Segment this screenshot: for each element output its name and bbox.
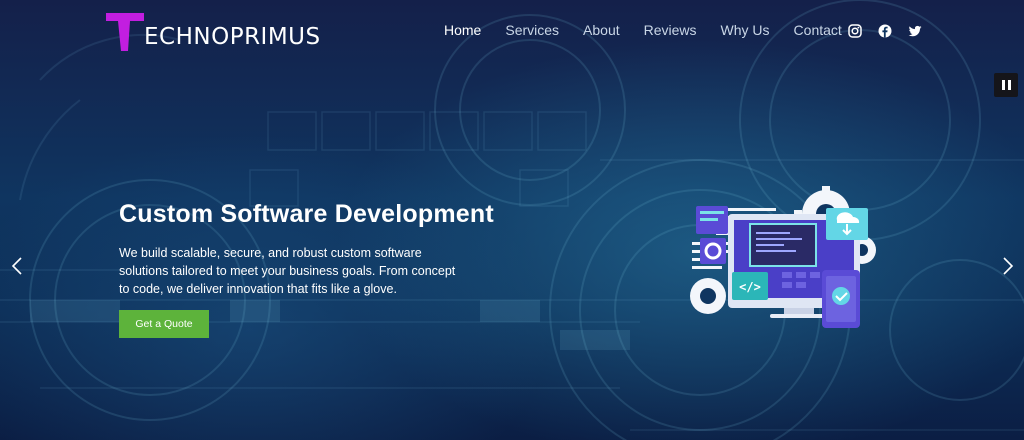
- hero-title: Custom Software Development: [119, 200, 494, 228]
- chevron-left-icon[interactable]: [10, 256, 24, 276]
- main-nav: Home Services About Reviews Why Us Conta…: [444, 22, 842, 38]
- brand-name: ECHNOPRIMUS: [144, 24, 321, 50]
- pause-icon-bar: [1001, 80, 1005, 90]
- brand-logo[interactable]: ECHNOPRIMUS: [104, 10, 334, 54]
- code-badge-label: </>: [739, 280, 761, 294]
- hero-section: ECHNOPRIMUS Home Services About Reviews …: [0, 0, 1024, 440]
- logo-t-mark-icon: [106, 13, 144, 51]
- nav-item-why-us[interactable]: Why Us: [721, 22, 770, 38]
- slider-pause-button[interactable]: [994, 73, 1018, 97]
- chevron-right-icon[interactable]: [1001, 256, 1015, 276]
- facebook-icon[interactable]: [878, 24, 892, 38]
- nav-item-services[interactable]: Services: [505, 22, 559, 38]
- software-development-illustration: </>: [690, 186, 876, 328]
- nav-item-contact[interactable]: Contact: [794, 22, 842, 38]
- get-a-quote-button[interactable]: Get a Quote: [119, 310, 209, 338]
- instagram-icon[interactable]: [848, 24, 862, 38]
- social-links: [848, 24, 922, 38]
- nav-item-about[interactable]: About: [583, 22, 620, 38]
- nav-item-reviews[interactable]: Reviews: [644, 22, 697, 38]
- hero-description: We build scalable, secure, and robust cu…: [119, 246, 456, 296]
- twitter-icon[interactable]: [908, 24, 922, 38]
- nav-item-home[interactable]: Home: [444, 22, 481, 38]
- pause-icon-bar: [1007, 80, 1011, 90]
- gear-icon: [690, 278, 726, 314]
